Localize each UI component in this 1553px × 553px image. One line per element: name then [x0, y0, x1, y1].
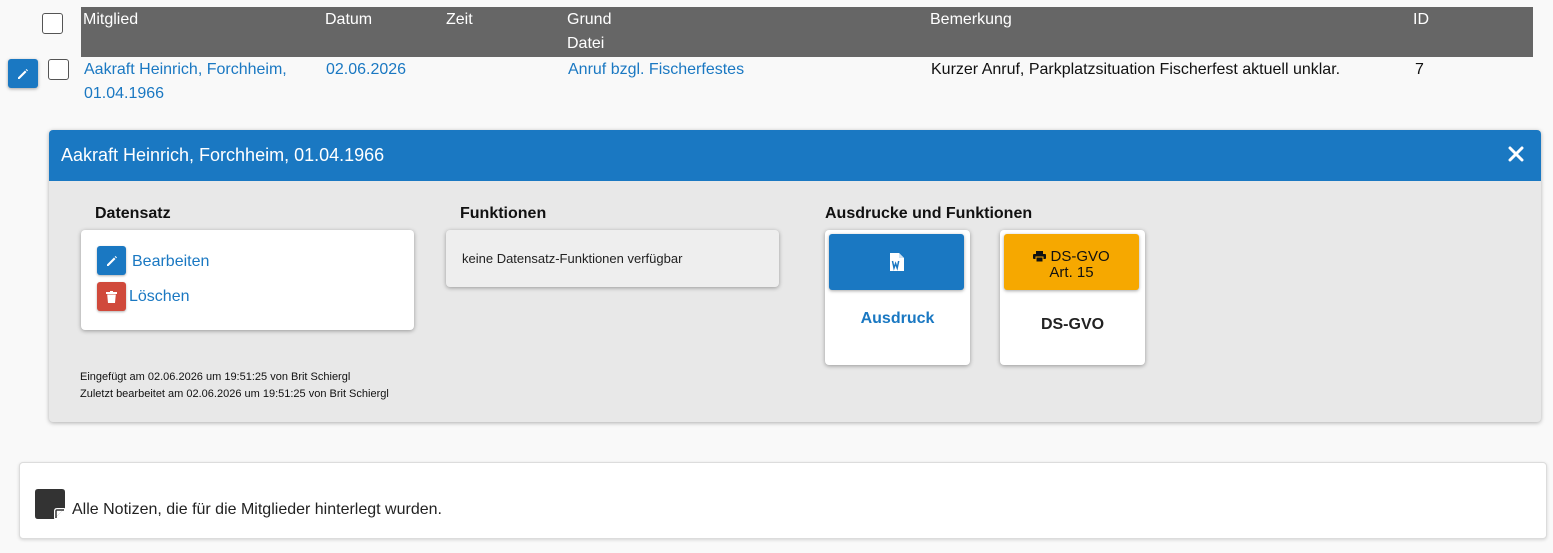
- dsgvo-button[interactable]: DS-GVO Art. 15: [1004, 234, 1139, 290]
- row-reason[interactable]: Anruf bzgl. Fischerfestes: [568, 58, 744, 82]
- dsgvo-tile: DS-GVO Art. 15 DS-GVO: [1000, 230, 1145, 365]
- printer-icon: [1033, 251, 1047, 263]
- header-date[interactable]: Datum: [325, 10, 372, 30]
- dsgvo-button-line2: Art. 15: [1049, 264, 1094, 281]
- delete-link[interactable]: Löschen: [129, 288, 190, 306]
- notes-box: Alle Notizen, die für die Mitglieder hin…: [19, 462, 1547, 539]
- detail-panel: Aakraft Heinrich, Forchheim, 01.04.1966 …: [49, 130, 1541, 422]
- panel-title: Aakraft Heinrich, Forchheim, 01.04.1966: [61, 145, 385, 165]
- dsgvo-label: DS-GVO: [1040, 316, 1105, 333]
- row-select-checkbox[interactable]: [48, 59, 69, 80]
- functions-empty-text: keine Datensatz-Funktionen verfügbar: [462, 251, 683, 266]
- header-id[interactable]: ID: [1413, 10, 1429, 30]
- record-section-title: Datensatz: [95, 205, 171, 222]
- header-member[interactable]: Mitglied: [83, 10, 138, 30]
- row-member-link[interactable]: Aakraft Heinrich, Forchheim, 01.04.1966: [84, 58, 287, 106]
- header-remark[interactable]: Bemerkung: [930, 10, 1012, 30]
- functions-card: keine Datensatz-Funktionen verfügbar: [446, 230, 779, 287]
- edit-button[interactable]: [97, 246, 126, 275]
- prints-section-title: Ausdrucke und Funktionen: [825, 205, 1033, 222]
- select-all-cell: [40, 7, 68, 43]
- row-member-line1: Aakraft Heinrich, Forchheim,: [84, 61, 287, 78]
- inserted-info: Eingefügt am 02.06.2026 um 19:51:25 von …: [80, 371, 351, 383]
- edited-info: Zuletzt bearbeitet am 02.06.2026 um 19:5…: [80, 388, 389, 400]
- word-document-icon: [889, 253, 904, 271]
- functions-section-title: Funktionen: [460, 205, 547, 222]
- table-header: Mitglied Datum Zeit Grund Datei Bemerkun…: [81, 7, 1533, 57]
- delete-button[interactable]: [97, 282, 126, 311]
- header-file[interactable]: Datei: [567, 34, 604, 54]
- row-date[interactable]: 02.06.2026: [326, 58, 406, 82]
- row-id: 7: [1415, 61, 1424, 78]
- record-card: Bearbeiten Löschen: [81, 230, 414, 330]
- print-label[interactable]: Ausdruck: [825, 310, 970, 328]
- header-time[interactable]: Zeit: [446, 10, 473, 30]
- close-icon[interactable]: [1508, 146, 1524, 162]
- row-member-line2: 01.04.1966: [84, 85, 165, 102]
- print-button[interactable]: [829, 234, 964, 290]
- edit-link[interactable]: Bearbeiten: [132, 253, 209, 271]
- notes-description: Alle Notizen, die für die Mitglieder hin…: [72, 501, 442, 518]
- row-remark: Kurzer Anruf, Parkplatzsituation Fischer…: [931, 61, 1341, 78]
- header-reason[interactable]: Grund: [567, 10, 611, 30]
- trash-icon: [106, 290, 117, 303]
- sticky-note-icon: [35, 489, 65, 519]
- panel-header: Aakraft Heinrich, Forchheim, 01.04.1966: [49, 130, 1541, 181]
- pencil-icon: [106, 255, 117, 266]
- dsgvo-button-line1: DS-GVO: [1050, 248, 1110, 265]
- pencil-icon: [18, 68, 28, 79]
- row-edit-button[interactable]: [8, 59, 38, 88]
- print-tile: Ausdruck: [825, 230, 970, 365]
- select-all-checkbox[interactable]: [42, 13, 63, 34]
- record-meta: Eingefügt am 02.06.2026 um 19:51:25 von …: [80, 369, 389, 403]
